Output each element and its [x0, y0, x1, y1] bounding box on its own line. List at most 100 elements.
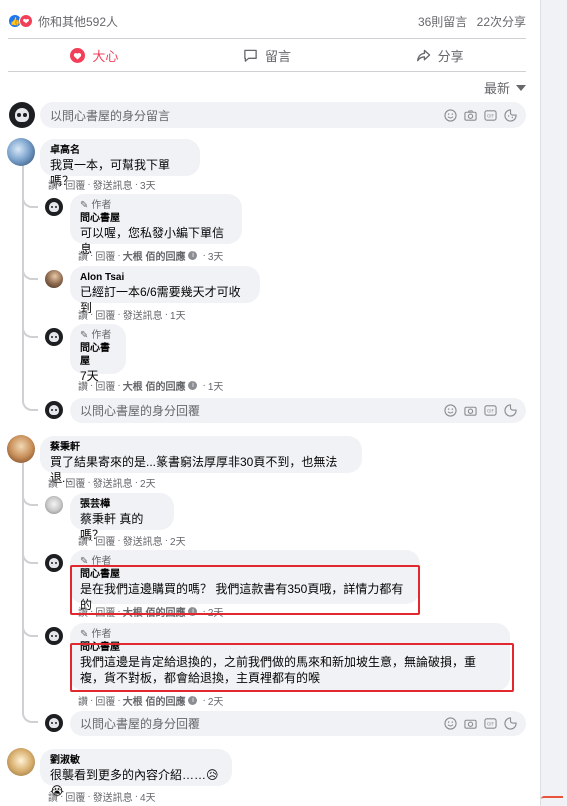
timestamp[interactable]: 3天 [208, 248, 224, 263]
reply-composer[interactable]: 以問心書屋的身分回覆 GIF [70, 711, 526, 736]
dot: · [87, 477, 91, 488]
reply-meta: 讚 · 回覆 · 大根 佰的回應 i · 1天 [78, 378, 223, 393]
dot: · [134, 791, 139, 802]
info-icon[interactable]: i [188, 381, 198, 390]
sticker-icon[interactable] [504, 404, 517, 417]
like-link[interactable]: 讚 [78, 307, 88, 322]
emoji-icon[interactable] [444, 404, 457, 417]
timestamp[interactable]: 3天 [140, 177, 156, 192]
reply-link[interactable]: 回覆 [95, 693, 115, 708]
commenter-avatar[interactable] [7, 435, 35, 463]
share-button[interactable]: 分享 [353, 39, 526, 71]
like-link[interactable]: 讚 [78, 378, 88, 393]
like-link[interactable]: 讚 [48, 789, 58, 804]
reply-link[interactable]: 回覆 [95, 307, 115, 322]
send-message-link[interactable]: 發送訊息 [93, 177, 133, 192]
timestamp[interactable]: 1天 [170, 307, 186, 322]
emoji-icon[interactable] [444, 717, 457, 730]
send-message-link[interactable]: 發送訊息 [93, 475, 133, 490]
comment-meta: 讚 · 回覆 · 發送訊息 · 4天 [48, 789, 156, 804]
send-message-link[interactable]: 發送訊息 [123, 533, 163, 548]
replier-name[interactable]: 問心書屋 [80, 212, 232, 225]
reply-composer[interactable]: 以問心書屋的身分回覆 GIF [70, 398, 526, 423]
responder-attribution[interactable]: 大根 佰的回應 [123, 693, 186, 708]
like-link[interactable]: 讚 [48, 475, 58, 490]
gif-icon[interactable]: GIF [484, 109, 497, 122]
like-link[interactable]: 讚 [78, 248, 88, 263]
dot: · [90, 250, 94, 261]
commenter-avatar[interactable] [7, 748, 35, 776]
commenter-name[interactable]: 蔡秉軒 [50, 441, 352, 454]
reply-composer-placeholder: 以問心書屋的身分回覆 [80, 404, 201, 418]
timestamp[interactable]: 2天 [140, 475, 156, 490]
commenter-avatar[interactable] [7, 138, 35, 166]
highlight-box [70, 643, 514, 692]
reply-link[interactable]: 回覆 [65, 475, 85, 490]
page-avatar[interactable] [45, 554, 63, 572]
replier-name[interactable]: 問心書屋 [80, 342, 116, 368]
reply-bubble: ✎ 作者 問心書屋 可以喔，您私發小編下單信息 [70, 194, 242, 256]
reply-link[interactable]: 回覆 [95, 533, 115, 548]
camera-icon[interactable] [464, 717, 477, 730]
dot: · [90, 309, 94, 320]
timestamp[interactable]: 2天 [170, 533, 186, 548]
page-scroll-edge [540, 0, 567, 806]
reply-link[interactable]: 回覆 [65, 789, 85, 804]
commenter-name[interactable]: 卓高名 [50, 144, 190, 157]
info-icon[interactable]: i [188, 251, 198, 260]
page-avatar[interactable] [45, 714, 63, 732]
timestamp[interactable]: 2天 [208, 693, 224, 708]
gif-icon[interactable]: GIF [484, 404, 497, 417]
sticker-icon[interactable] [504, 108, 517, 122]
comments-count[interactable]: 36則留言 [418, 15, 467, 29]
send-message-link[interactable]: 發送訊息 [123, 307, 163, 322]
responder-attribution[interactable]: 大根 佰的回應 [123, 378, 186, 393]
replier-avatar[interactable] [45, 496, 63, 514]
replier-name[interactable]: 張芸樺 [80, 498, 164, 511]
camera-icon[interactable] [464, 404, 477, 417]
like-link[interactable]: 讚 [78, 533, 88, 548]
dot: · [90, 380, 94, 391]
page-avatar[interactable] [45, 198, 63, 216]
shares-count[interactable]: 22次分享 [477, 15, 526, 29]
sort-dropdown[interactable]: 最新 [484, 78, 526, 97]
reply-bubble: ✎ 作者 問心書屋 7天 [70, 324, 126, 383]
caret-down-icon [516, 84, 526, 91]
svg-text:GIF: GIF [487, 113, 495, 119]
reply-link[interactable]: 回覆 [65, 177, 85, 192]
dot: · [87, 179, 91, 190]
reply-branch-line [22, 552, 38, 564]
commenter-name[interactable]: 劉淑敏 [50, 754, 222, 767]
timestamp[interactable]: 1天 [208, 378, 224, 393]
emoji-icon[interactable] [444, 108, 457, 122]
send-message-link[interactable]: 發送訊息 [93, 789, 133, 804]
reply-meta: 讚 · 回覆 · 大根 佰的回應 i · 2天 [78, 693, 223, 708]
like-link[interactable]: 讚 [78, 693, 88, 708]
page-avatar[interactable] [45, 401, 63, 419]
comment-bubble-icon [243, 48, 258, 63]
reactions-count[interactable]: 你和其他592人 [38, 13, 118, 30]
timestamp[interactable]: 4天 [140, 789, 156, 804]
page-avatar[interactable] [45, 627, 63, 645]
comment-meta: 讚 · 回覆 · 發送訊息 · 2天 [48, 475, 156, 490]
author-badge: ✎ 作者 [80, 199, 232, 212]
page-avatar[interactable] [45, 328, 63, 346]
like-link[interactable]: 讚 [48, 177, 58, 192]
dot: · [117, 695, 121, 706]
reply-link[interactable]: 回覆 [95, 248, 115, 263]
love-button[interactable]: 大心 [8, 39, 181, 71]
comment-composer[interactable]: 以問心書屋的身分留言 GIF [40, 102, 526, 128]
replier-avatar[interactable] [45, 270, 63, 288]
reply-link[interactable]: 回覆 [95, 378, 115, 393]
page-avatar[interactable] [9, 102, 35, 128]
sticker-icon[interactable] [504, 717, 517, 730]
reply-branch-line [22, 488, 38, 506]
dot: · [117, 380, 121, 391]
comment-button[interactable]: 留言 [181, 39, 354, 71]
comment-bubble: 卓高名 我買一本，可幫我下單嗎？ [40, 139, 200, 188]
camera-icon[interactable] [464, 109, 477, 122]
replier-name[interactable]: Alon Tsai [80, 271, 250, 284]
gif-icon[interactable]: GIF [484, 717, 497, 730]
info-icon[interactable]: i [188, 696, 198, 705]
responder-attribution[interactable]: 大根 佰的回應 [123, 248, 186, 263]
